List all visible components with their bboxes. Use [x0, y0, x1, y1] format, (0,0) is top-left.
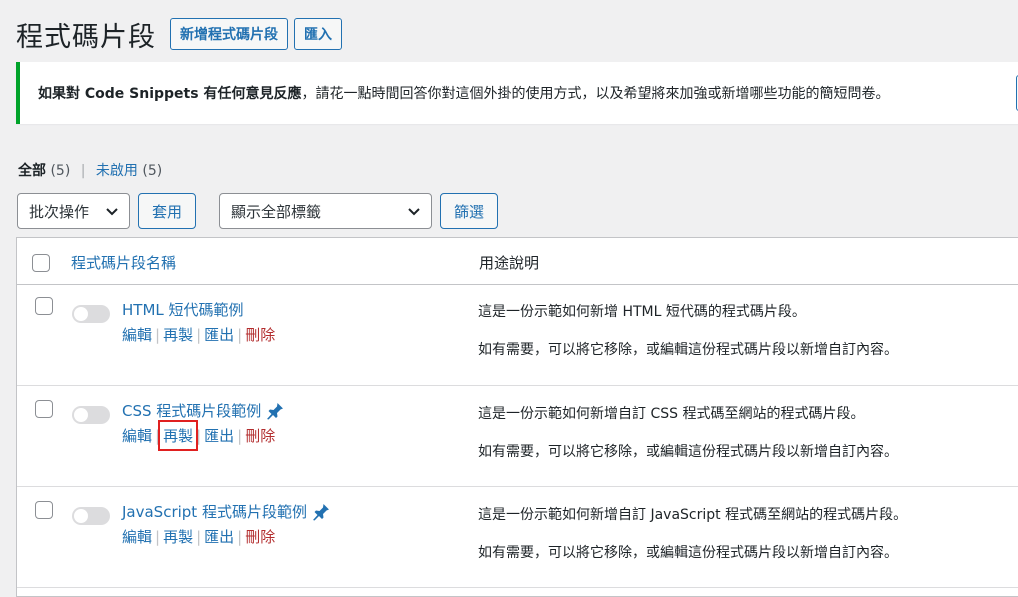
- action-separator: |: [237, 527, 243, 546]
- snippet-name-link[interactable]: HTML 短代碼範例: [122, 299, 244, 320]
- row-actions: 編輯 | 再製 | 匯出 | 刪除: [122, 324, 275, 345]
- action-separator: |: [237, 325, 243, 344]
- snippet-desc-line1: 這是一份示範如何新增自訂 CSS 程式碼至網站的程式碼片段。: [478, 406, 865, 422]
- snippet-desc-line2: 如有需要，可以將它移除，或編輯這份程式碼片段以新增自訂內容。: [478, 545, 898, 561]
- view-inactive[interactable]: 未啟用: [96, 163, 138, 179]
- snippet-desc-line2: 如有需要，可以將它移除，或編輯這份程式碼片段以新增自訂內容。: [478, 444, 898, 460]
- clone-link[interactable]: 再製: [163, 526, 193, 547]
- edit-link[interactable]: 編輯: [122, 425, 152, 446]
- snippet-name-text: HTML 短代碼範例: [122, 301, 244, 319]
- chevron-down-icon: [106, 208, 118, 216]
- view-all[interactable]: 全部: [18, 163, 46, 179]
- feedback-notice: 如果對 Code Snippets 有任何意見反應 ，請花一點時間回答你對這個外掛…: [16, 62, 1018, 124]
- action-separator: |: [237, 426, 243, 445]
- status-views: 全部 (5) | 未啟用 (5): [18, 160, 162, 180]
- filter-button[interactable]: 篩選: [440, 193, 499, 229]
- edit-link[interactable]: 編輯: [122, 324, 152, 345]
- snippet-name-link[interactable]: CSS 程式碼片段範例: [122, 400, 285, 421]
- clone-link[interactable]: 再製: [158, 420, 199, 451]
- snippet-desc-line2: 如有需要，可以將它移除，或編輯這份程式碼片段以新增自訂內容。: [478, 342, 898, 358]
- snippet-name-text: CSS 程式碼片段範例: [122, 402, 262, 420]
- notice-bold-text: 如果對 Code Snippets 有任何意見反應: [38, 86, 302, 102]
- bulk-actions-select[interactable]: 批次操作: [17, 193, 130, 229]
- add-new-snippet-button[interactable]: 新增程式碼片段: [170, 18, 288, 50]
- chevron-down-icon: [408, 208, 420, 216]
- activate-toggle[interactable]: [72, 406, 110, 424]
- activate-toggle[interactable]: [72, 305, 110, 323]
- snippet-name-text: JavaScript 程式碼片段範例: [122, 503, 307, 521]
- export-link[interactable]: 匯出: [204, 526, 234, 547]
- apply-button[interactable]: 套用: [138, 193, 197, 229]
- page-title: 程式碼片段: [16, 21, 156, 53]
- bulk-actions-value: 批次操作: [29, 202, 90, 221]
- column-name-header[interactable]: 程式碼片段名稱: [71, 252, 176, 273]
- select-all-checkbox[interactable]: [32, 254, 50, 272]
- import-button[interactable]: 匯入: [294, 18, 342, 50]
- action-separator: |: [196, 325, 202, 344]
- edit-link[interactable]: 編輯: [122, 526, 152, 547]
- notice-text: ，請花一點時間回答你對這個外掛的使用方式，以及希望將來加強或新增哪些功能的簡短問…: [301, 86, 890, 102]
- snippet-name-link[interactable]: JavaScript 程式碼片段範例: [122, 501, 331, 522]
- snippet-desc-line1: 這是一份示範如何新增 HTML 短代碼的程式碼片段。: [478, 304, 806, 320]
- row-checkbox[interactable]: [35, 501, 53, 519]
- export-link[interactable]: 匯出: [204, 425, 234, 446]
- snippets-table: 程式碼片段名稱 用途說明 HTML 短代碼範例 編輯 | 再製 | 匯出 | 刪…: [16, 237, 1018, 597]
- view-separator: |: [80, 163, 86, 179]
- tags-filter-value: 顯示全部標籤: [231, 202, 322, 221]
- table-row: JavaScript 程式碼片段範例 編輯 | 再製 | 匯出 | 刪除 這是一…: [17, 487, 1018, 588]
- page-header: 程式碼片段 新增程式碼片段 匯入: [16, 14, 342, 54]
- row-checkbox[interactable]: [35, 400, 53, 418]
- action-separator: |: [155, 325, 161, 344]
- delete-link[interactable]: 刪除: [245, 526, 275, 547]
- row-checkbox[interactable]: [35, 297, 53, 315]
- export-link[interactable]: 匯出: [204, 324, 234, 345]
- tags-filter-select[interactable]: 顯示全部標籤: [219, 193, 433, 229]
- pin-icon: [267, 402, 284, 419]
- row-actions: 編輯 | 再製 | 匯出 | 刪除: [122, 420, 275, 451]
- table-header: 程式碼片段名稱 用途說明: [17, 238, 1018, 285]
- action-separator: |: [155, 426, 161, 445]
- clone-link[interactable]: 再製: [163, 324, 193, 345]
- table-nav: 批次操作 套用 顯示全部標籤 篩選: [17, 193, 499, 229]
- snippet-desc-line1: 這是一份示範如何新增自訂 JavaScript 程式碼至網站的程式碼片段。: [478, 507, 908, 523]
- delete-link[interactable]: 刪除: [245, 324, 275, 345]
- table-row: HTML 短代碼範例 編輯 | 再製 | 匯出 | 刪除 這是一份示範如何新增 …: [17, 285, 1018, 386]
- table-row: CSS 程式碼片段範例 編輯 | 再製 | 匯出 | 刪除 這是一份示範如何新增…: [17, 386, 1018, 487]
- action-separator: |: [196, 426, 202, 445]
- action-separator: |: [155, 527, 161, 546]
- activate-toggle[interactable]: [72, 507, 110, 525]
- delete-link[interactable]: 刪除: [245, 425, 275, 446]
- view-all-count: (5): [50, 163, 71, 179]
- pin-icon: [312, 503, 329, 520]
- action-separator: |: [196, 527, 202, 546]
- column-desc-header: 用途說明: [479, 254, 540, 272]
- row-actions: 編輯 | 再製 | 匯出 | 刪除: [122, 526, 275, 547]
- view-inactive-count: (5): [142, 163, 163, 179]
